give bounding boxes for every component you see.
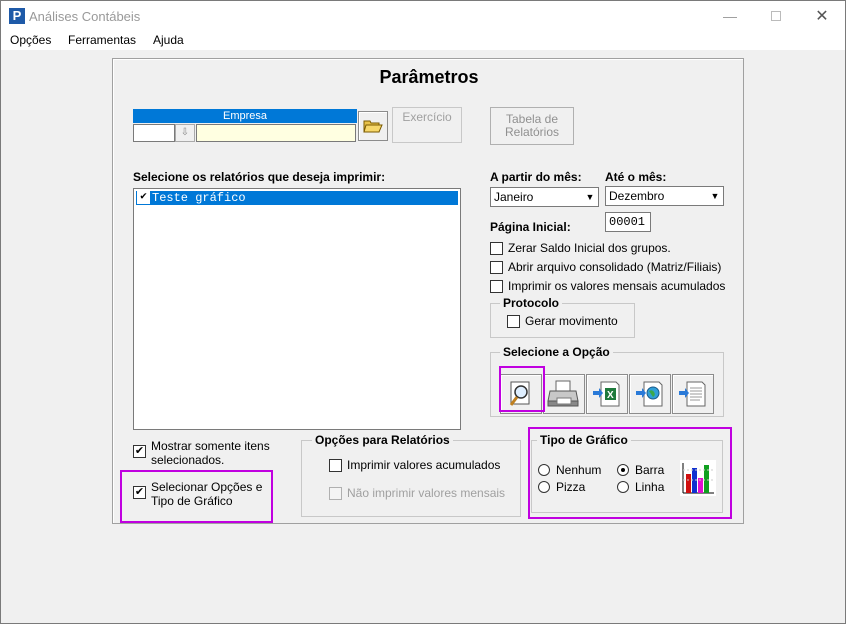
print-button[interactable] xyxy=(543,374,585,414)
web-export-icon xyxy=(636,381,663,407)
zerar-saldo-checkbox[interactable] xyxy=(490,242,503,255)
svg-text:X: X xyxy=(607,390,614,401)
close-button[interactable]: ✕ xyxy=(799,1,845,31)
maximize-button[interactable] xyxy=(753,1,799,31)
to-month-label: Até o mês: xyxy=(605,170,667,184)
export-web-button[interactable] xyxy=(629,374,671,414)
highlight-selecionar-opcoes xyxy=(120,470,273,523)
export-excel-button[interactable]: X xyxy=(586,374,628,414)
title-bar: P Análises Contábeis — ✕ xyxy=(1,1,845,31)
maximize-icon xyxy=(771,11,781,21)
abrir-consolidado-label: Abrir arquivo consolidado (Matriz/Filiai… xyxy=(508,260,722,274)
menu-ferramentas[interactable]: Ferramentas xyxy=(68,33,136,47)
chevron-down-icon: ▼ xyxy=(706,187,723,205)
menu-ajuda[interactable]: Ajuda xyxy=(153,33,184,47)
gerar-movimento-label: Gerar movimento xyxy=(525,314,618,328)
exercicio-button[interactable]: Exercício xyxy=(392,107,462,143)
list-item[interactable]: ✔ Teste gráfico xyxy=(136,191,458,205)
reports-label: Selecione os relatórios que deseja impri… xyxy=(133,170,386,184)
selecione-opcao-title: Selecione a Opção xyxy=(500,345,613,359)
reports-listbox[interactable]: ✔ Teste gráfico xyxy=(133,188,461,430)
imprimir-mensais-checkbox[interactable] xyxy=(490,280,503,293)
parameters-panel: Parâmetros Empresa ⇩ Exercício Tabela de… xyxy=(112,58,744,524)
opcoes-relatorios-group xyxy=(301,440,521,517)
imprimir-mensais-label: Imprimir os valores mensais acumulados xyxy=(508,279,726,293)
protocolo-title: Protocolo xyxy=(500,296,562,310)
page-title: Parâmetros xyxy=(379,67,479,87)
chevron-down-icon: ▼ xyxy=(581,188,598,206)
printer-icon xyxy=(547,380,579,407)
highlight-preview xyxy=(499,366,545,412)
open-folder-button[interactable] xyxy=(358,111,388,141)
gerar-movimento-checkbox[interactable] xyxy=(507,315,520,328)
to-month-value: Dezembro xyxy=(609,189,665,203)
to-month-select[interactable]: Dezembro ▼ xyxy=(605,186,724,206)
from-month-label: A partir do mês: xyxy=(490,170,582,184)
imprimir-acumulados-label: Imprimir valores acumulados xyxy=(347,458,501,472)
abrir-consolidado-checkbox[interactable] xyxy=(490,261,503,274)
nao-imprimir-mensais-checkbox[interactable] xyxy=(329,487,342,500)
empresa-header: Empresa xyxy=(133,109,357,123)
excel-export-icon: X xyxy=(593,381,620,407)
app-window: P Análises Contábeis — ✕ Opções Ferramen… xyxy=(0,0,846,624)
empresa-lookup-button[interactable]: ⇩ xyxy=(175,124,195,142)
report-checkbox[interactable]: ✔ xyxy=(137,191,150,204)
empresa-name-input[interactable] xyxy=(196,124,356,142)
page-input[interactable]: 00001 xyxy=(605,212,651,232)
folder-icon xyxy=(363,120,383,133)
page-label: Página Inicial: xyxy=(490,220,571,234)
export-text-button[interactable] xyxy=(672,374,714,414)
empresa-code-input[interactable] xyxy=(133,124,175,142)
text-export-icon xyxy=(679,381,706,407)
minimize-button[interactable]: — xyxy=(707,1,753,31)
from-month-value: Janeiro xyxy=(494,190,534,204)
report-label: Teste gráfico xyxy=(152,191,246,205)
tabela-label-line2: Relatórios xyxy=(504,125,560,139)
tabela-relatorios-button[interactable]: Tabela de Relatórios xyxy=(490,107,574,145)
menu-bar: Opções Ferramentas Ajuda xyxy=(1,31,845,51)
menu-opcoes[interactable]: Opções xyxy=(10,33,51,47)
mostrar-somente-checkbox[interactable]: ✔ xyxy=(133,445,146,458)
imprimir-acumulados-checkbox[interactable] xyxy=(329,459,342,472)
opcoes-relatorios-title: Opções para Relatórios xyxy=(312,433,453,447)
from-month-select[interactable]: Janeiro ▼ xyxy=(490,187,599,207)
app-logo-icon: P xyxy=(9,8,25,24)
zerar-saldo-label: Zerar Saldo Inicial dos grupos. xyxy=(508,241,671,255)
mostrar-somente-label: Mostrar somente itens selecionados. xyxy=(151,439,270,467)
nao-imprimir-mensais-label: Não imprimir valores mensais xyxy=(347,486,506,500)
window-title: Análises Contábeis xyxy=(29,9,141,24)
highlight-tipo-grafico xyxy=(528,427,732,519)
